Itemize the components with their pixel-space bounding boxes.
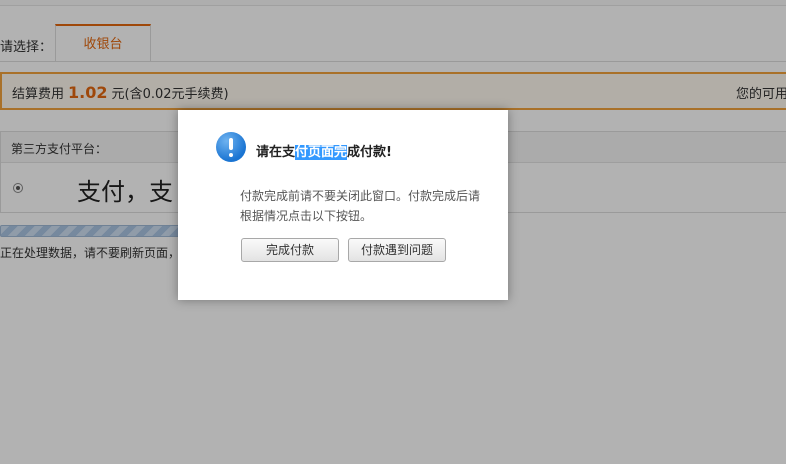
modal-title: 请在支付页面完成付款!: [256, 141, 392, 160]
complete-payment-button[interactable]: 完成付款: [241, 238, 339, 262]
modal-title-highlight: 付页面完: [295, 145, 348, 160]
payment-problem-button[interactable]: 付款遇到问题: [348, 238, 446, 262]
payment-modal: 请在支付页面完成付款! 付款完成前请不要关闭此窗口。付款完成后请根据情况点击以下…: [178, 110, 508, 300]
info-icon: [216, 132, 246, 162]
modal-title-pre: 请在支: [256, 145, 296, 160]
modal-description: 付款完成前请不要关闭此窗口。付款完成后请根据情况点击以下按钮。: [240, 189, 481, 223]
modal-title-post: 成付款!: [347, 145, 392, 160]
